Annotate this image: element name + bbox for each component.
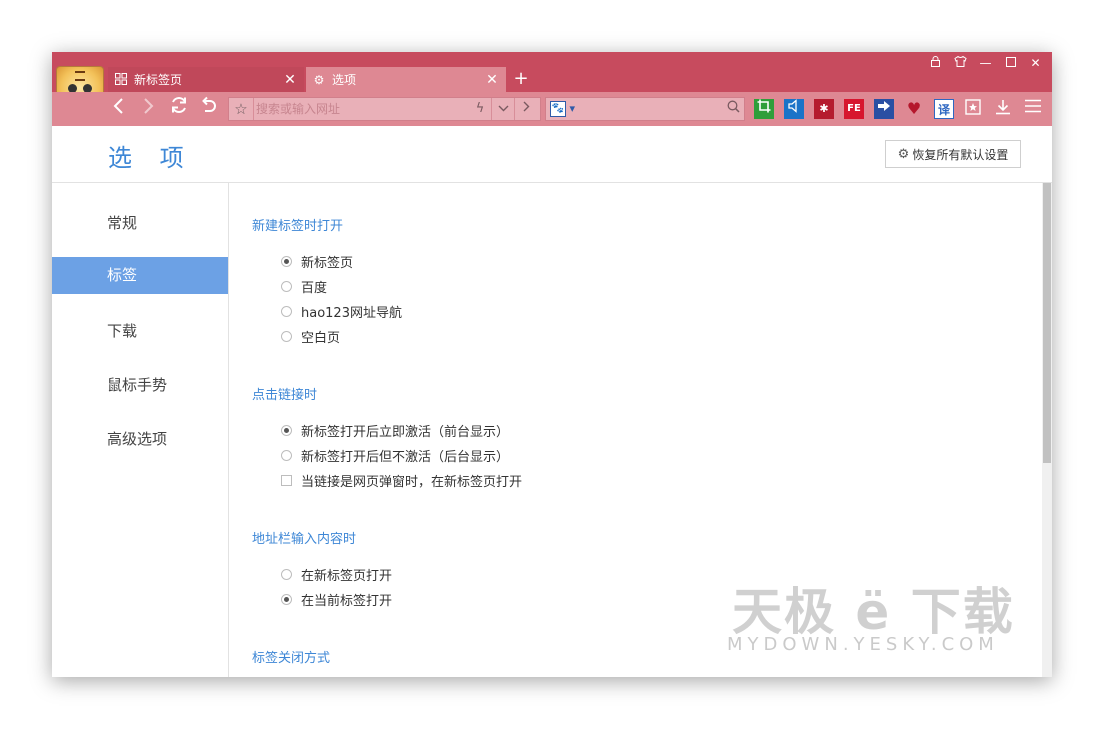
download-icon[interactable]: [993, 99, 1013, 119]
crop-screenshot-icon[interactable]: [754, 99, 774, 119]
gear-icon: ⚙: [897, 146, 910, 162]
back-icon[interactable]: [106, 96, 132, 122]
option-baidu[interactable]: 百度: [281, 277, 328, 296]
grid-icon: [114, 72, 128, 87]
undo-icon[interactable]: [195, 96, 221, 122]
section-title-new-tab: 新建标签时打开: [252, 219, 344, 234]
option-blank-page[interactable]: 空白页: [281, 327, 341, 346]
scrollbar-thumb[interactable]: [1043, 183, 1051, 463]
title-bar: 新标签页 ✕ ⚙ 选项 ✕ + — ✕ ☆ 搜索或输入网址 ϟ 🐾 ▾ ✱ FE…: [52, 52, 1052, 126]
forward-arrow-extension-icon[interactable]: [874, 99, 894, 119]
option-open-new-tab[interactable]: 在新标签页打开: [281, 565, 393, 584]
section-title-link-click: 点击链接时: [252, 388, 318, 403]
baidu-paw-icon[interactable]: 🐾 ▾: [550, 101, 578, 117]
radio[interactable]: [281, 280, 292, 292]
page-header: 选 项 ⚙ 恢复所有默认设置: [52, 126, 1052, 183]
option-label: 新标签打开后立即激活（前台显示）: [301, 424, 510, 440]
speaker-icon[interactable]: [784, 99, 804, 119]
radio-checked[interactable]: [281, 424, 292, 436]
address-bar: ☆ ϟ: [228, 97, 541, 121]
gear-icon: ⚙: [313, 72, 325, 87]
reset-defaults-label: 恢复所有默认设置: [912, 147, 1009, 162]
option-background-open[interactable]: 新标签打开后但不激活（后台显示）: [281, 446, 510, 465]
tab-options[interactable]: ⚙ 选项 ✕: [306, 67, 506, 92]
sidebar-item-tabs[interactable]: 标签: [52, 257, 228, 294]
option-activate-immediately[interactable]: 新标签打开后立即激活（前台显示）: [281, 421, 510, 440]
search-icon[interactable]: [727, 100, 740, 117]
sidebar-item-general[interactable]: 常规: [52, 205, 228, 242]
chevron-down-icon[interactable]: [491, 98, 514, 120]
option-new-tab-page[interactable]: 新标签页: [281, 252, 354, 271]
new-tab-button[interactable]: +: [510, 68, 532, 90]
fe-extension-icon[interactable]: FE: [844, 99, 864, 119]
search-box[interactable]: 🐾 ▾: [545, 97, 745, 121]
bookmark-star-icon[interactable]: [963, 99, 983, 119]
radio[interactable]: [281, 449, 292, 461]
option-popup-new-tab[interactable]: 当链接是网页弹窗时，在新标签页打开: [281, 471, 523, 490]
page-title: 选 项: [108, 144, 194, 172]
lightning-icon[interactable]: ϟ: [469, 98, 491, 120]
tab-label: 选项: [332, 73, 357, 87]
sidebar: 常规 标签 下载 鼠标手势 高级选项: [52, 183, 229, 677]
option-hao123[interactable]: hao123网址导航: [281, 302, 402, 321]
sidebar-item-downloads[interactable]: 下载: [52, 313, 228, 350]
option-label: 百度: [301, 280, 328, 296]
sidebar-item-mouse-gestures[interactable]: 鼠标手势: [52, 367, 228, 404]
radio-checked[interactable]: [281, 255, 292, 267]
window-controls: — ✕: [923, 54, 1048, 72]
radio[interactable]: [281, 568, 292, 580]
settings-content: 新建标签时打开 新标签页 百度 hao123网址导航 空白页 点击链接时 新标签…: [229, 183, 1042, 677]
translate-extension-icon[interactable]: 译: [934, 99, 954, 119]
toolbar: ☆ ϟ 🐾 ▾: [52, 92, 1052, 126]
skin-shirt-icon[interactable]: [948, 54, 973, 72]
option-label: 在新标签页打开: [301, 568, 393, 584]
option-label: 空白页: [301, 330, 341, 346]
heart-extension-icon[interactable]: ♥: [904, 99, 924, 119]
option-label: hao123网址导航: [301, 305, 402, 321]
checkbox[interactable]: [281, 474, 292, 486]
menu-hamburger-icon[interactable]: [1023, 99, 1043, 119]
option-label: 新标签打开后但不激活（后台显示）: [301, 449, 510, 465]
go-arrow-icon[interactable]: [514, 98, 537, 120]
section-title-tab-close: 标签关闭方式: [252, 651, 331, 666]
star-icon[interactable]: ☆: [231, 99, 251, 119]
scrollbar[interactable]: [1042, 183, 1052, 677]
refresh-icon[interactable]: [166, 96, 192, 122]
option-open-current-tab[interactable]: 在当前标签打开: [281, 590, 393, 609]
close-icon[interactable]: ✕: [484, 72, 500, 88]
address-input[interactable]: [256, 99, 461, 119]
radio[interactable]: [281, 305, 292, 317]
browser-window: 新标签页 ✕ ⚙ 选项 ✕ + — ✕ ☆ 搜索或输入网址 ϟ 🐾 ▾ ✱ FE…: [52, 52, 1052, 677]
lock-icon[interactable]: [923, 54, 948, 72]
option-label: 新标签页: [301, 255, 354, 271]
option-label: 当链接是网页弹窗时，在新标签页打开: [301, 474, 523, 490]
radio-checked[interactable]: [281, 593, 292, 605]
forward-icon[interactable]: [135, 96, 161, 122]
tab-label: 新标签页: [134, 73, 183, 87]
maximize-icon[interactable]: [998, 54, 1023, 72]
tab-new-tab[interactable]: 新标签页 ✕: [108, 67, 304, 92]
reset-defaults-button[interactable]: ⚙ 恢复所有默认设置: [885, 140, 1021, 168]
option-label: 在当前标签打开: [301, 593, 393, 609]
sidebar-item-advanced[interactable]: 高级选项: [52, 421, 228, 458]
close-window-icon[interactable]: ✕: [1023, 54, 1048, 72]
minimize-icon[interactable]: —: [973, 54, 998, 72]
close-icon[interactable]: ✕: [282, 72, 298, 88]
asterisk-extension-icon[interactable]: ✱: [814, 99, 834, 119]
section-title-address-input: 地址栏输入内容时: [252, 532, 357, 547]
radio[interactable]: [281, 330, 292, 342]
